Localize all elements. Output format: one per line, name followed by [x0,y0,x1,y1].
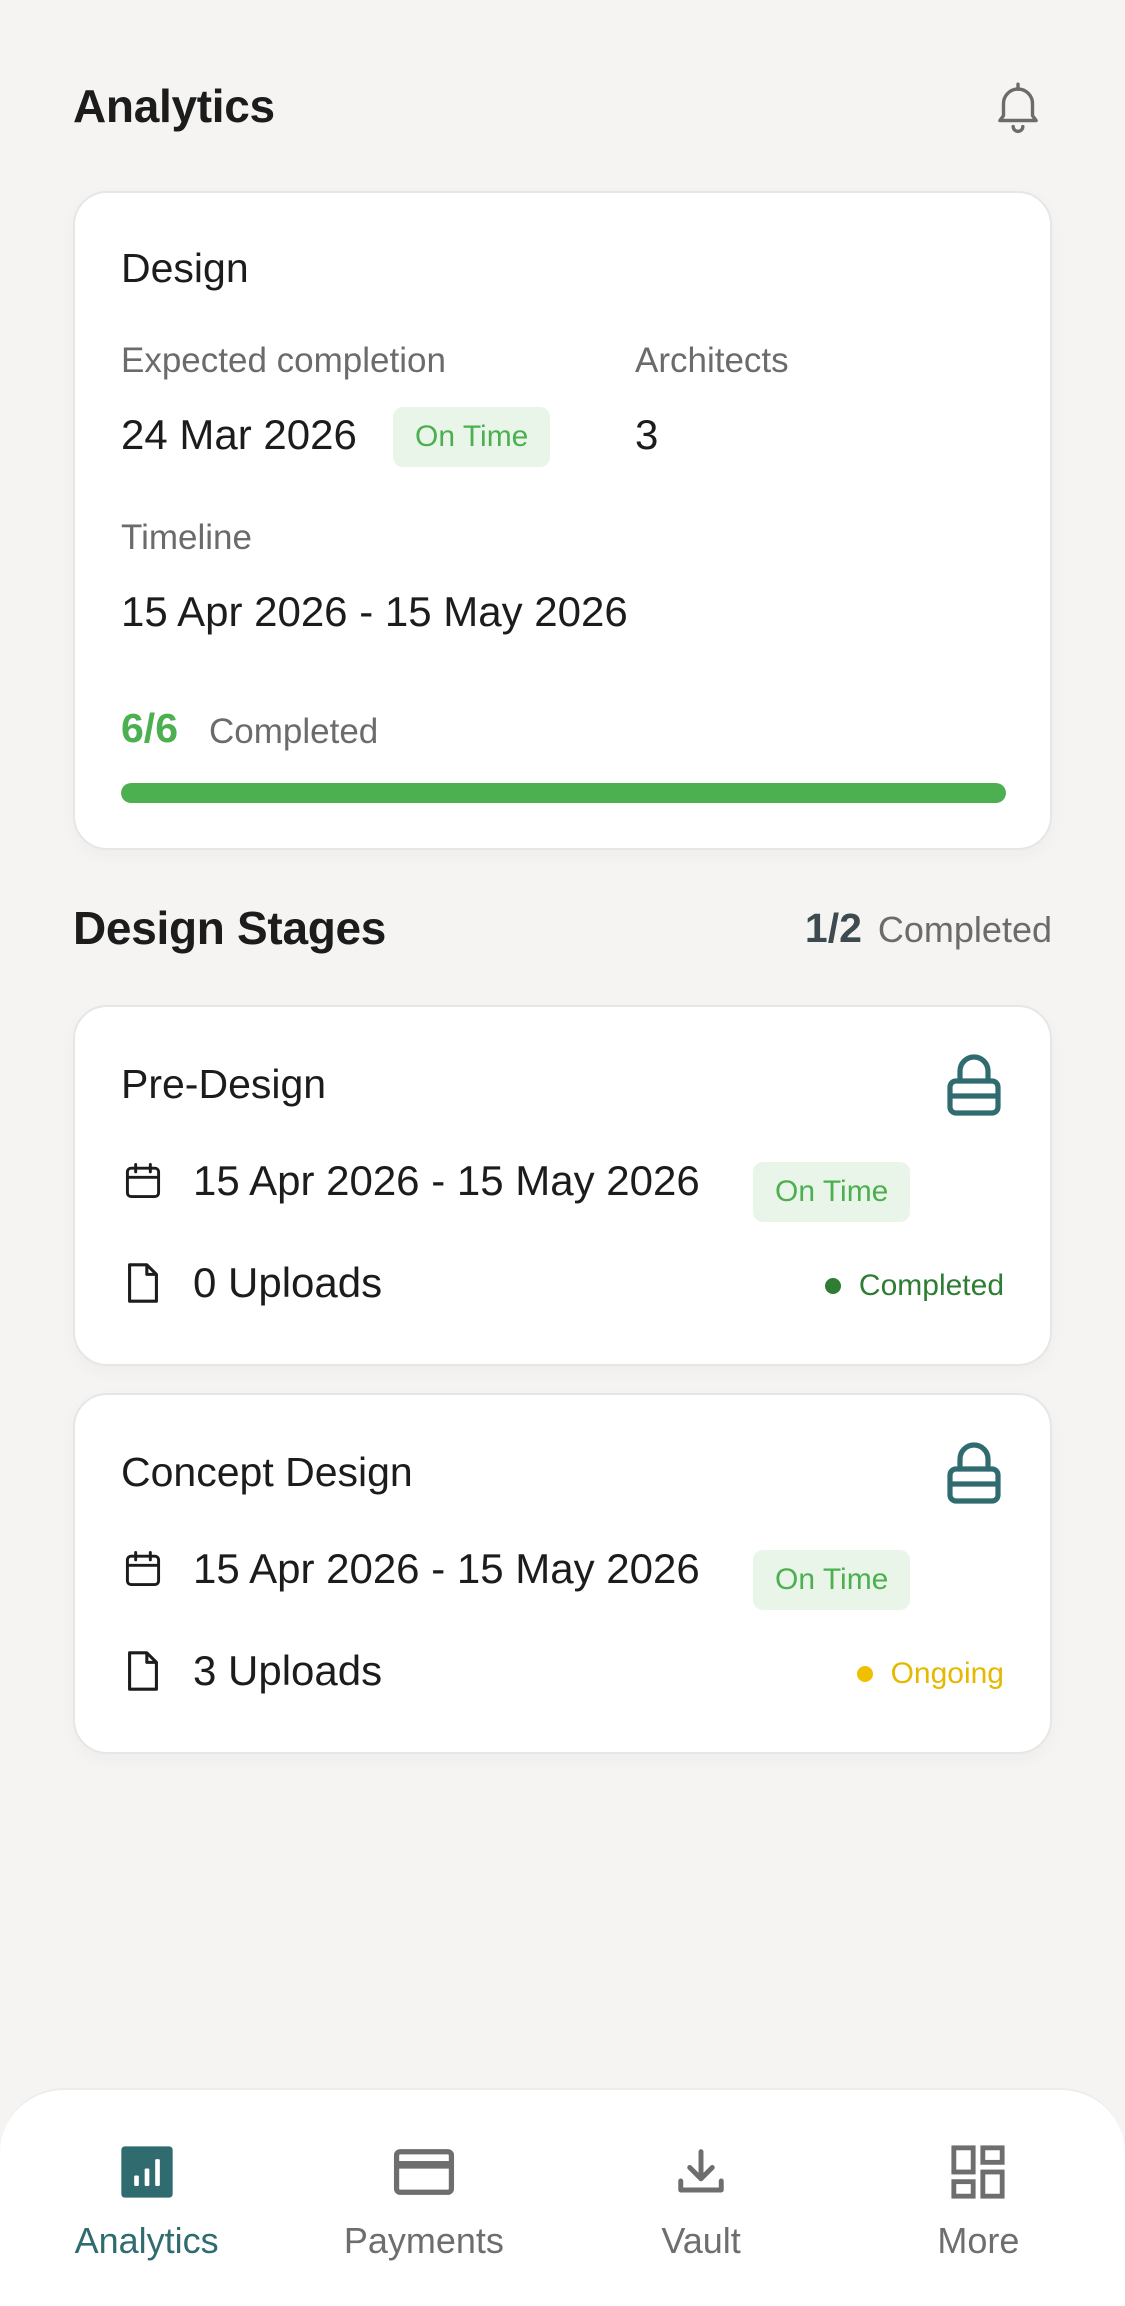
on-time-badge: On Time [753,1550,911,1610]
stage-dates: 15 Apr 2026 - 15 May 2026 [193,1545,700,1592]
status-dot [824,1278,841,1294]
stage-uploads-row: 3 Uploads [121,1647,382,1695]
design-summary-card: Design Expected completion 24 Mar 2026 O… [73,191,1052,850]
architects-label: Architects [635,341,789,380]
status-badge: Completed [824,1269,1004,1303]
stages-count-label: Completed [877,908,1052,950]
lock-icon [947,1442,1001,1504]
nav-item-vault[interactable]: Vault [571,2140,831,2306]
progress-count: 6/6 [121,705,178,751]
stage-date-row: 15 Apr 2026 - 15 May 2026 [121,1545,700,1593]
calendar-icon [125,1551,161,1587]
status-label: Completed [858,1269,1004,1302]
progress-fill [121,783,1006,803]
progress-bar [121,783,1006,803]
status-label: Ongoing [890,1657,1004,1690]
bottom-nav: Analytics Payments Vault More [0,2088,1125,2306]
lock-icon [947,1054,1001,1116]
architects-value: 3 [635,411,659,458]
status-badge: Ongoing [856,1657,1004,1691]
stage-uploads-row: 0 Uploads [121,1259,382,1307]
nav-label: Analytics [74,2220,219,2261]
design-stages-header: Design Stages 1/2 Completed [73,895,1052,961]
stage-title: Pre-Design [121,1061,327,1107]
expected-completion-value: 24 Mar 2026 [121,411,357,458]
grid-icon [951,2145,1005,2199]
notification-button[interactable] [984,72,1052,140]
nav-item-analytics[interactable]: Analytics [17,2140,277,2306]
summary-title: Design [121,245,249,291]
credit-card-icon [393,2149,454,2195]
file-icon [128,1651,158,1691]
timeline-value: 15 Apr 2026 - 15 May 2026 [121,588,628,635]
expected-completion-label: Expected completion [121,341,446,380]
file-icon [128,1263,158,1303]
page-header: Analytics [73,72,1052,140]
status-dot [856,1666,873,1682]
bell-icon [998,82,1038,133]
nav-label: Payments [343,2220,504,2261]
calendar-icon [125,1163,161,1199]
nav-label: Vault [661,2220,741,2261]
nav-item-payments[interactable]: Payments [294,2140,554,2306]
on-time-badge: On Time [753,1162,911,1222]
stage-card-concept-design[interactable]: Concept Design 15 Apr 2026 - 15 May 2026… [73,1393,1052,1754]
page-title: Analytics [73,80,275,132]
download-icon [678,2149,724,2193]
timeline-label: Timeline [121,518,252,557]
stage-date-row: 15 Apr 2026 - 15 May 2026 [121,1157,700,1205]
section-title: Design Stages [73,902,387,954]
on-time-badge: On Time [393,407,551,467]
stage-uploads: 3 Uploads [193,1647,383,1694]
nav-item-more[interactable]: More [848,2140,1108,2306]
stage-uploads: 0 Uploads [193,1259,383,1306]
progress-label: Completed [209,712,379,751]
stage-card-pre-design[interactable]: Pre-Design 15 Apr 2026 - 15 May 2026 On … [73,1005,1052,1366]
stage-dates: 15 Apr 2026 - 15 May 2026 [193,1157,700,1204]
stages-count-value: 1/2 [804,904,862,951]
nav-label: More [937,2220,1020,2261]
bar-chart-icon [120,2146,173,2198]
stage-title: Concept Design [121,1449,413,1495]
stages-count: 1/2 Completed [805,905,1052,952]
